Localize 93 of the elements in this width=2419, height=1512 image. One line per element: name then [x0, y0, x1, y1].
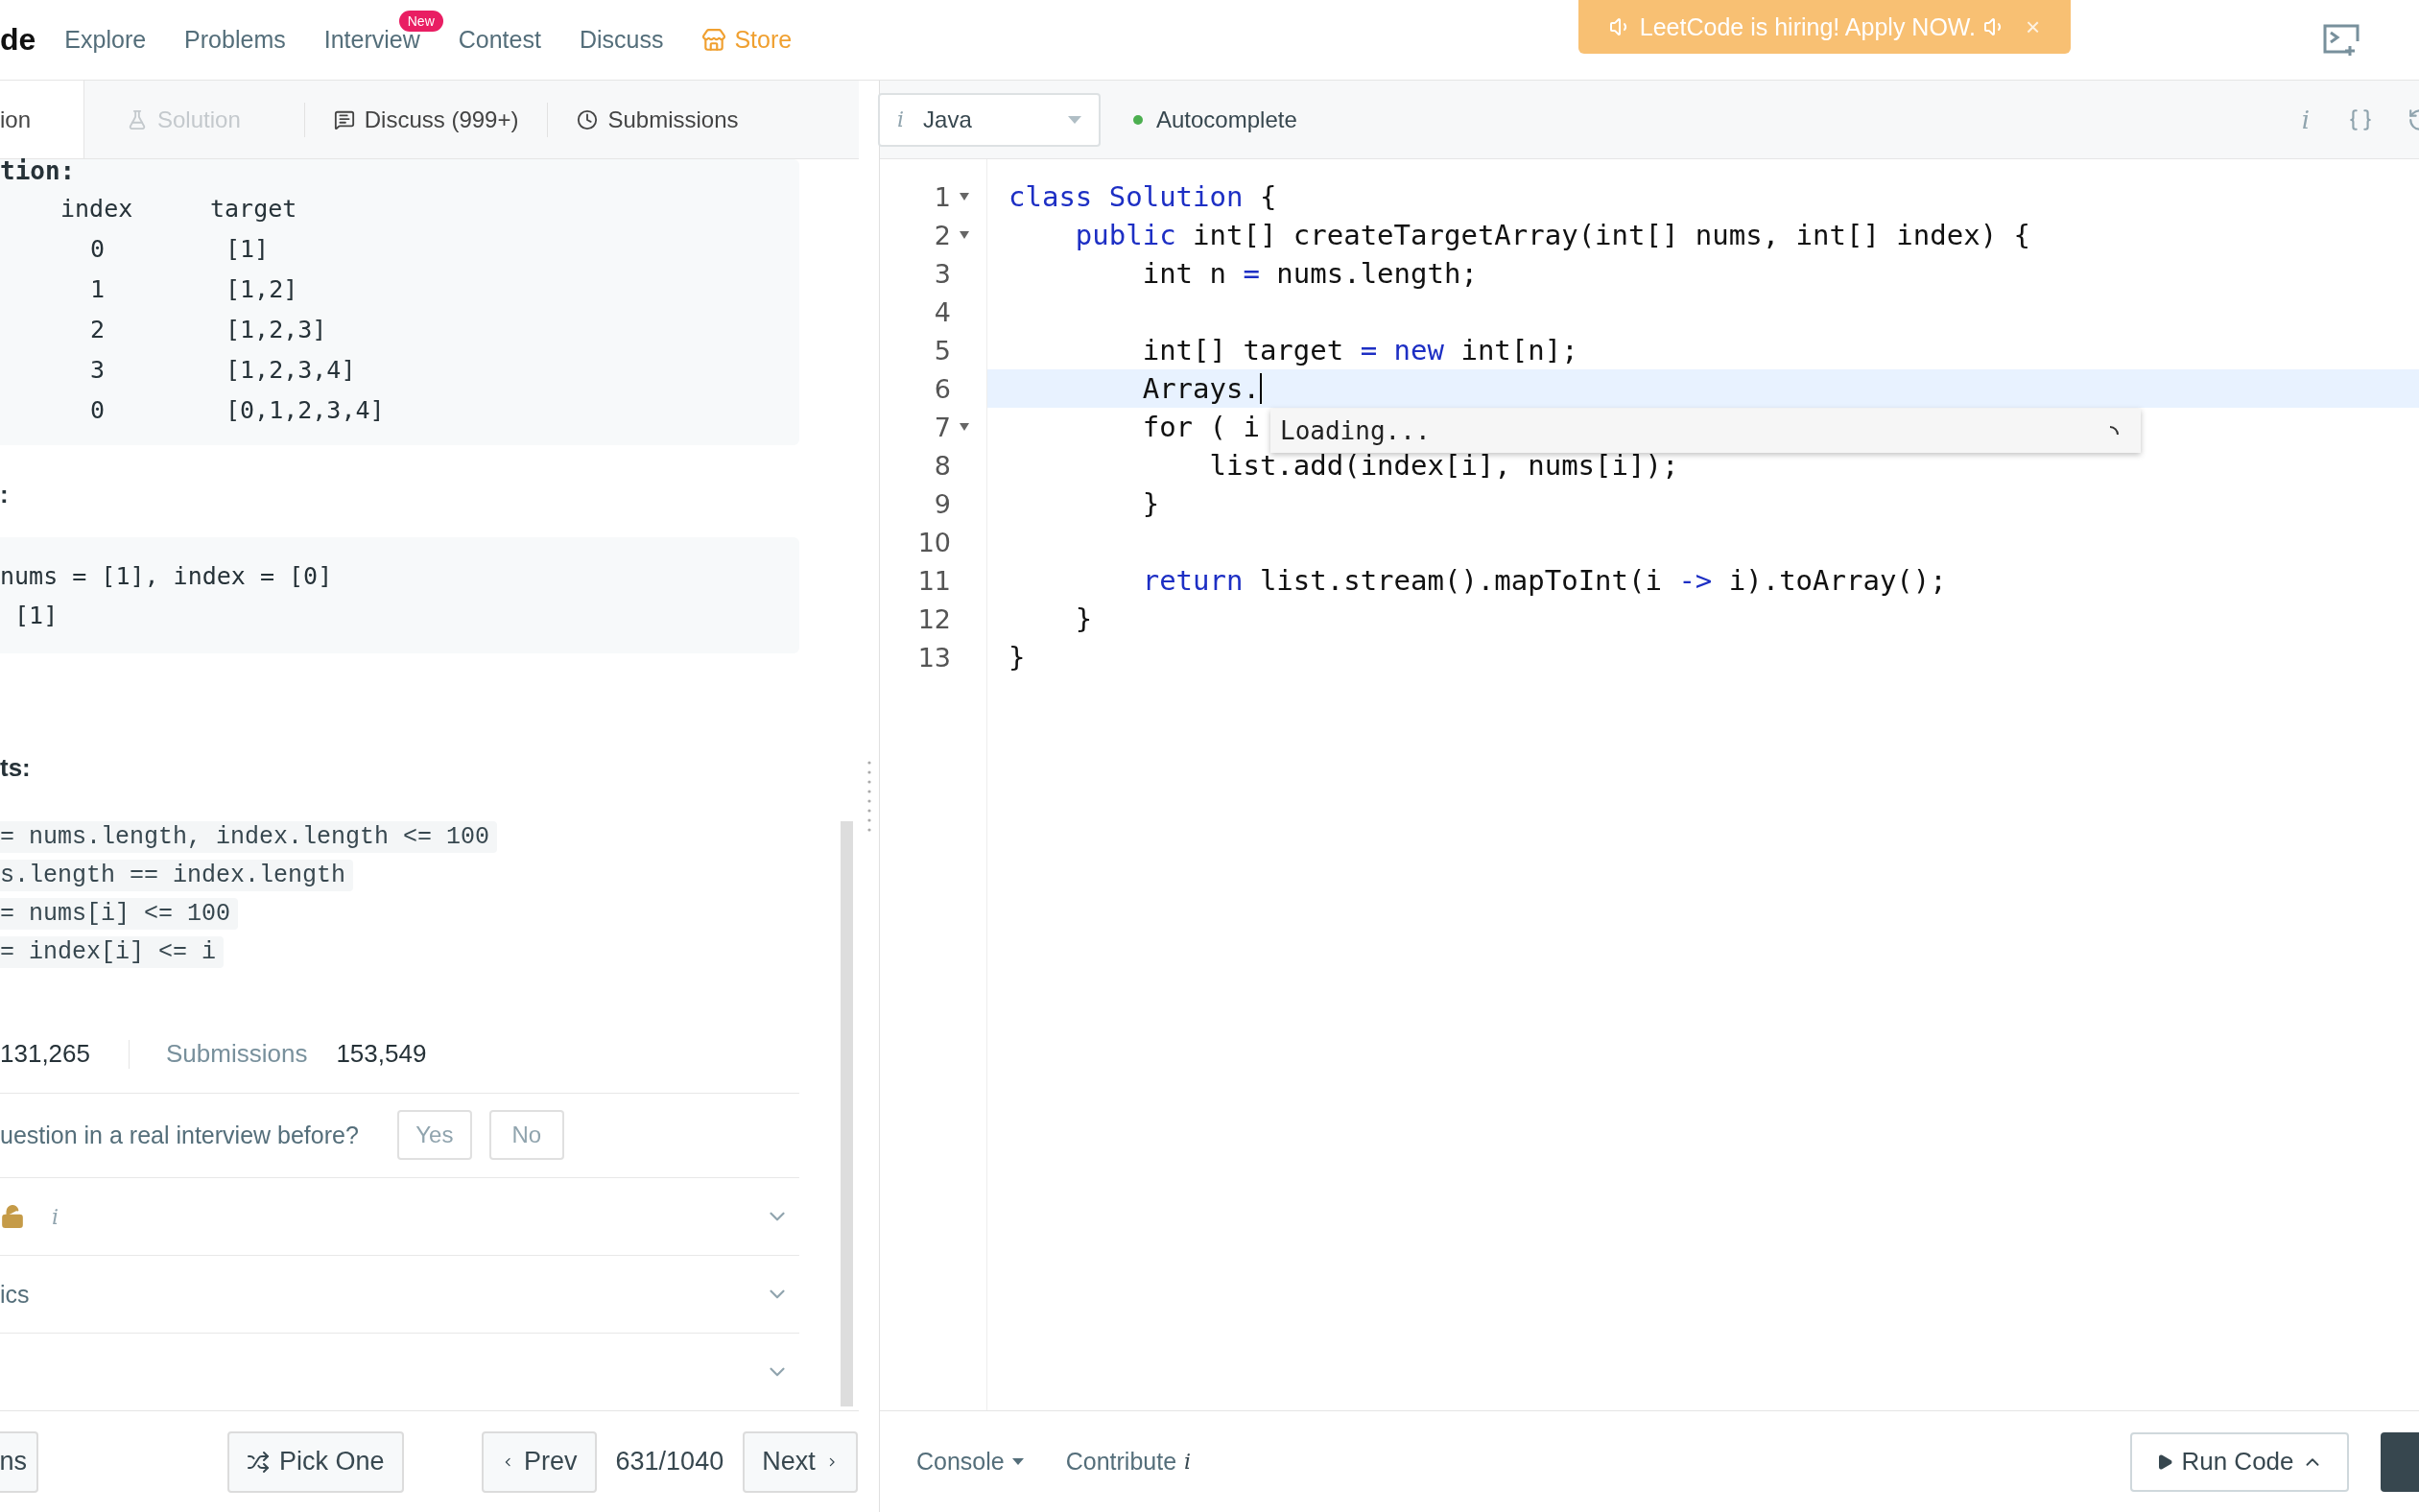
column-header: index	[60, 194, 134, 224]
new-badge: New	[398, 11, 443, 32]
console-button[interactable]: Console	[916, 1448, 1024, 1476]
index-value: 3	[88, 355, 107, 386]
line-number: 1	[933, 181, 951, 212]
section-heading: :	[0, 479, 10, 509]
index-value: 2	[88, 315, 107, 345]
panel-tab[interactable]: Submissions	[548, 81, 768, 158]
constraint-code: s.length == index.length	[0, 860, 354, 892]
line-number: 7	[933, 412, 951, 442]
unlock-icon	[0, 1204, 25, 1230]
flask-icon	[127, 108, 148, 130]
contribute-button[interactable]: Contribute i	[1065, 1448, 1192, 1476]
interview-question: uestion in a real interview before?	[0, 1121, 359, 1149]
column-header: target	[210, 194, 298, 224]
section-heading: tion:	[0, 159, 77, 182]
spinner-icon	[2108, 425, 2120, 437]
language-select[interactable]: i Java	[878, 92, 1101, 147]
example-line: [1]	[13, 600, 59, 631]
line-number: 6	[933, 373, 951, 404]
braces-icon[interactable]	[2348, 106, 2373, 132]
section-heading: ts:	[0, 753, 32, 784]
fold-icon[interactable]	[959, 422, 970, 432]
example-line: nums = [1], index = [0]	[0, 560, 334, 592]
line-number: 3	[933, 258, 951, 289]
language-value: Java	[923, 106, 972, 133]
target-value: [1]	[225, 234, 271, 265]
play-icon	[2156, 1453, 2174, 1471]
submit-button[interactable]	[2381, 1431, 2419, 1492]
line-number: 5	[933, 335, 951, 366]
caret-icon	[1011, 1458, 1024, 1465]
target-value: [0,1,2,3,4]	[225, 395, 386, 426]
code-line: return list.stream().mapToInt(i -> i).toArray();	[1141, 563, 1947, 599]
nav-link[interactable]: Discuss	[579, 26, 664, 54]
code-line: int n = nums.length;	[1141, 256, 1478, 292]
shuffle-icon	[247, 1450, 270, 1474]
target-value: [1,2,3,4]	[225, 355, 357, 386]
section-label: ics	[0, 1280, 30, 1309]
code-line: int[] target = new int[n];	[1141, 333, 1578, 368]
target-value: [1,2,3]	[225, 315, 328, 345]
code-line: public int[] createTargetArray(int[] nums, int[] index) {	[1074, 218, 2031, 253]
line-number: 2	[933, 220, 951, 250]
code-line: for ( i	[1141, 410, 1260, 445]
index-value: 0	[88, 234, 107, 265]
nav-link[interactable]: Contest	[458, 26, 541, 54]
line-number: 4	[933, 296, 951, 327]
run-code-button[interactable]: Run Code	[2130, 1431, 2349, 1492]
line-number: 8	[933, 450, 951, 481]
scrollbar[interactable]	[841, 821, 853, 1406]
submissions-label: Submissions	[166, 1039, 308, 1070]
nav-link[interactable]: Explore	[64, 26, 147, 54]
autocomplete-toggle[interactable]: Autocomplete	[1156, 106, 1297, 133]
info-icon: i	[897, 107, 905, 131]
line-number: 10	[916, 527, 951, 557]
clock-icon	[577, 108, 599, 130]
code-line: Arrays.	[1141, 371, 1260, 407]
constraint-code: = nums.length, index.length <= 100	[0, 821, 498, 854]
constraint-code: = nums[i] <= 100	[0, 898, 239, 931]
fold-icon[interactable]	[959, 192, 970, 201]
index-value: 0	[88, 395, 107, 426]
caret-icon	[1068, 115, 1081, 124]
accordion-row[interactable]: ics	[0, 1255, 799, 1334]
store-icon	[701, 27, 727, 53]
line-number: 12	[916, 603, 951, 634]
banner-text: LeetCode is hiring! Apply NOW.	[1639, 12, 1976, 41]
index-value: 1	[88, 274, 107, 305]
logo-text[interactable]: de	[0, 22, 36, 58]
fold-icon[interactable]	[959, 230, 970, 240]
code-line: class Solution {	[1008, 179, 1277, 215]
problems-button[interactable]: ns	[0, 1430, 38, 1493]
code-line: }	[1141, 486, 1160, 522]
line-number: 9	[933, 488, 951, 519]
terminal-plus-icon[interactable]	[2322, 23, 2362, 58]
autocomplete-popup[interactable]: Loading...	[1270, 409, 2141, 453]
text-cursor	[1259, 373, 1262, 404]
line-number: 13	[916, 642, 951, 673]
submissions-count: 153,549	[336, 1039, 427, 1070]
prev-button[interactable]: Prev	[481, 1430, 597, 1493]
panel-tab[interactable]: ion	[0, 81, 84, 158]
code-line: }	[1008, 640, 1026, 675]
line-number: 11	[916, 565, 951, 596]
accepted-count: 131,265	[0, 1039, 90, 1070]
problem-counter: 631/1040	[615, 1447, 724, 1477]
pick-one-button[interactable]: Pick One	[227, 1430, 404, 1493]
info-icon: i	[52, 1204, 59, 1229]
target-value: [1,2]	[225, 274, 299, 305]
loading-text: Loading...	[1280, 416, 1431, 445]
nav-link[interactable]: Problems	[184, 26, 286, 54]
panel-tab[interactable]: Discuss (999+)	[304, 81, 548, 158]
constraint-code: = index[i] <= i	[0, 936, 225, 969]
comment-icon	[333, 108, 355, 130]
code-line: }	[1074, 602, 1093, 637]
next-button[interactable]: Next	[743, 1430, 859, 1493]
